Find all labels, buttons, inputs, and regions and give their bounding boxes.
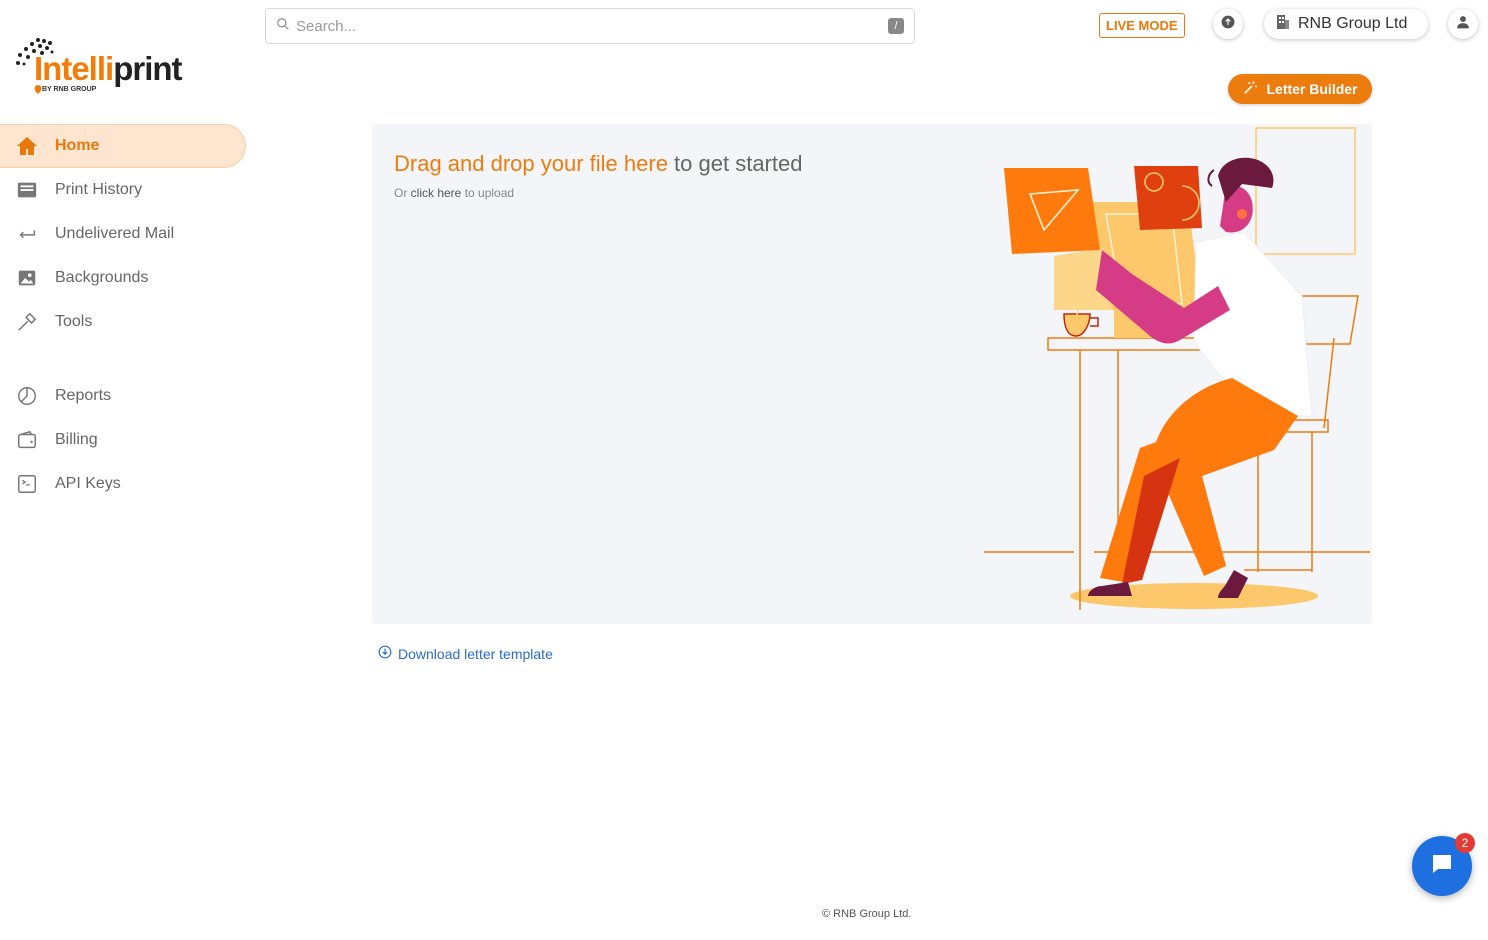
sidebar-item-print-history[interactable]: Print History bbox=[0, 168, 246, 212]
sidebar-item-home[interactable]: Home bbox=[0, 124, 246, 168]
sidebar-item-label: Backgrounds bbox=[55, 269, 149, 286]
letter-builder-button[interactable]: Letter Builder bbox=[1228, 74, 1372, 104]
download-template-label: Download letter template bbox=[398, 645, 553, 662]
sidebar-nav: Home Print History Undelivered Mail Back… bbox=[0, 124, 246, 506]
dropzone-title: Drag and drop your file here to get star… bbox=[394, 151, 803, 176]
sidebar-item-reports[interactable]: Reports bbox=[0, 374, 246, 418]
hammer-icon bbox=[15, 310, 39, 334]
magic-wand-icon bbox=[1242, 80, 1258, 99]
dropzone-subtitle: Or click here to upload bbox=[394, 186, 515, 200]
sidebar-item-billing[interactable]: Billing bbox=[0, 418, 246, 462]
terminal-icon bbox=[15, 472, 39, 496]
file-dropzone[interactable]: Drag and drop your file here to get star… bbox=[372, 124, 1372, 624]
footer-copyright: © RNB Group Ltd. bbox=[822, 908, 912, 920]
live-mode-badge[interactable]: LIVE MODE bbox=[1099, 13, 1185, 38]
sidebar-item-api-keys[interactable]: API Keys bbox=[0, 462, 246, 506]
arrow-up-circle-icon bbox=[1221, 15, 1235, 34]
user-menu-button[interactable] bbox=[1448, 9, 1478, 39]
search-shortcut-key: / bbox=[888, 18, 904, 34]
letter-builder-label: Letter Builder bbox=[1266, 81, 1358, 97]
building-icon bbox=[1276, 14, 1290, 35]
chat-bubble-icon bbox=[1430, 852, 1454, 881]
search-input[interactable] bbox=[296, 17, 876, 35]
wallet-icon bbox=[15, 428, 39, 452]
click-here-upload-link[interactable]: click here bbox=[411, 186, 462, 200]
chat-unread-badge: 2 bbox=[1455, 833, 1475, 853]
search-icon bbox=[276, 17, 290, 36]
home-icon bbox=[15, 134, 39, 158]
download-circle-icon bbox=[378, 645, 392, 662]
sidebar-item-backgrounds[interactable]: Backgrounds bbox=[0, 256, 246, 300]
sidebar-item-label: Undelivered Mail bbox=[55, 225, 175, 242]
sidebar: Intelliprint BY RNB GROUP Home Print His… bbox=[0, 0, 250, 940]
sidebar-item-undelivered-mail[interactable]: Undelivered Mail bbox=[0, 212, 246, 256]
intelliprint-logo[interactable]: Intelliprint BY RNB GROUP bbox=[14, 36, 204, 100]
upload-button[interactable] bbox=[1213, 9, 1243, 39]
logo-wordmark: Intelliprint bbox=[34, 50, 183, 87]
sidebar-item-label: Reports bbox=[55, 387, 112, 404]
printer-tray-icon bbox=[15, 178, 39, 202]
sidebar-item-label: API Keys bbox=[55, 475, 121, 492]
pie-chart-icon bbox=[15, 384, 39, 408]
sidebar-item-label: Tools bbox=[55, 313, 93, 330]
sidebar-item-tools[interactable]: Tools bbox=[0, 300, 246, 344]
return-arrow-icon bbox=[15, 222, 39, 246]
user-icon bbox=[1456, 15, 1470, 34]
logo-subtitle: BY RNB GROUP bbox=[42, 86, 97, 93]
search-bar[interactable]: / bbox=[265, 8, 915, 44]
organization-switcher[interactable]: RNB Group Ltd bbox=[1264, 9, 1428, 39]
person-at-desk-illustration bbox=[984, 127, 1370, 610]
app-root: Intelliprint BY RNB GROUP Home Print His… bbox=[0, 0, 1488, 940]
image-icon bbox=[15, 266, 39, 290]
location-pin-icon bbox=[34, 85, 42, 94]
sidebar-item-label: Home bbox=[55, 137, 100, 154]
sidebar-item-label: Print History bbox=[55, 181, 143, 198]
download-template-link[interactable]: Download letter template bbox=[378, 645, 553, 662]
organization-name: RNB Group Ltd bbox=[1298, 15, 1408, 32]
sidebar-item-label: Billing bbox=[55, 431, 98, 448]
